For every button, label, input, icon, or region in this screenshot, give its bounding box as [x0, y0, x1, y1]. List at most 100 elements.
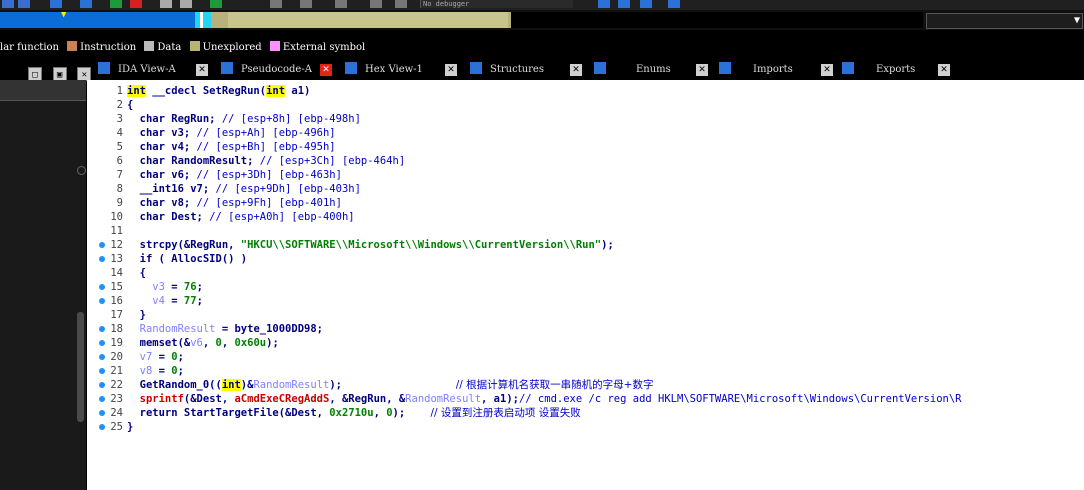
- code-line[interactable]: 7 char v6; // [esp+3Dh] [ebp-463h]: [87, 168, 342, 182]
- breakpoint-dot-icon[interactable]: [99, 354, 105, 360]
- tab-structures[interactable]: Structures ✕: [470, 62, 588, 78]
- tab-hex-view[interactable]: Hex View-1 ✕: [345, 62, 463, 78]
- tab-label: Enums: [636, 64, 671, 75]
- code-line[interactable]: 9 char v8; // [esp+9Fh] [ebp-401h]: [87, 196, 342, 210]
- code-line[interactable]: 13 if ( AllocSID() ): [87, 252, 247, 266]
- navigation-band[interactable]: ▼ ▼: [0, 10, 1084, 30]
- code-token: ;: [177, 351, 184, 363]
- toolbar-icon[interactable]: [640, 0, 652, 8]
- pseudocode-view[interactable]: 1 int __cdecl SetRegRun(int a1) 2{3 char R…: [87, 80, 1084, 490]
- code-line[interactable]: 5 char v4; // [esp+Bh] [ebp-495h]: [87, 140, 336, 154]
- code-line[interactable]: 4 char v3; // [esp+Ah] [ebp-496h]: [87, 126, 336, 140]
- code-token: {: [127, 99, 134, 111]
- breakpoint-dot-icon[interactable]: [99, 298, 105, 304]
- line-number: 1: [116, 85, 123, 97]
- breakpoint-dot-icon[interactable]: [99, 284, 105, 290]
- breakpoint-dot-icon[interactable]: [99, 326, 105, 332]
- code-line[interactable]: 14 {: [87, 266, 146, 280]
- code-line[interactable]: 18 RandomResult = byte_1000DD98;: [87, 322, 323, 336]
- code-line[interactable]: 24 return StartTargetFile(&Dest, 0x2710u…: [87, 406, 581, 420]
- tab-imports[interactable]: Imports ✕: [719, 62, 843, 78]
- float-icon[interactable]: ▣: [52, 67, 67, 81]
- code-token: ;: [196, 281, 203, 293]
- code-line[interactable]: 21 v8 = 0;: [87, 364, 184, 378]
- tab-ida-view[interactable]: IDA View-A ✕: [98, 62, 216, 78]
- functions-panel-header[interactable]: [0, 80, 86, 101]
- code-line[interactable]: 22 GetRandom_0((int)&RandomResult); // 根…: [87, 378, 653, 392]
- segment-select[interactable]: ▼: [926, 13, 1083, 29]
- tab-close-icon[interactable]: ✕: [196, 64, 208, 76]
- breakpoint-dot-icon[interactable]: [99, 340, 105, 346]
- tab-exports[interactable]: Exports ✕: [842, 62, 966, 78]
- breakpoint-dot-icon[interactable]: [99, 256, 105, 262]
- code-line[interactable]: 6 char RandomResult; // [esp+3Ch] [ebp-4…: [87, 154, 406, 168]
- breakpoint-dot-icon[interactable]: [99, 424, 105, 430]
- breakpoint-dot-icon[interactable]: [99, 242, 105, 248]
- code-line[interactable]: 2{: [87, 98, 134, 112]
- code-line[interactable]: 12 strcpy(&RegRun, "HKCU\\SOFTWARE\\Micr…: [87, 238, 614, 252]
- tab-close-icon[interactable]: ✕: [320, 64, 332, 76]
- code-line[interactable]: 17 }: [87, 308, 146, 322]
- code-line[interactable]: 19 memset(&v6, 0, 0x60u);: [87, 336, 279, 350]
- code-token: "HKCU\\SOFTWARE\\Microsoft\\Windows\\Cur…: [240, 239, 602, 251]
- tab-close-icon[interactable]: ✕: [445, 64, 457, 76]
- code-token: char v6;: [127, 169, 197, 181]
- toolbar-icon[interactable]: [598, 0, 610, 8]
- code-line[interactable]: 3 char RegRun; // [esp+8h] [ebp-498h]: [87, 112, 361, 126]
- toolbar-icon[interactable]: [2, 0, 14, 8]
- ida-view-icon: [98, 62, 110, 74]
- toolbar-icon[interactable]: [180, 0, 192, 8]
- code-line[interactable]: 15 v3 = 76;: [87, 280, 203, 294]
- debugger-select[interactable]: No debugger: [420, 0, 573, 8]
- tab-close-icon[interactable]: ✕: [938, 64, 950, 76]
- tab-enums[interactable]: Enums ✕: [594, 62, 718, 78]
- code-text: char RandomResult; // [esp+3Ch] [ebp-464…: [127, 154, 406, 168]
- breakpoint-dot-icon[interactable]: [99, 368, 105, 374]
- toolbar-icon[interactable]: [395, 0, 407, 8]
- toolbar-icon[interactable]: [80, 0, 92, 8]
- tab-close-icon[interactable]: ✕: [821, 64, 833, 76]
- code-token: RandomResult: [127, 323, 216, 335]
- code-token: 0x60u: [234, 337, 267, 349]
- toolbar-icon[interactable]: [270, 0, 282, 8]
- exports-icon: [842, 62, 854, 74]
- breakpoint-dot-icon[interactable]: [99, 410, 105, 416]
- code-token: sprintf: [127, 393, 184, 405]
- toolbar-icon[interactable]: [370, 0, 382, 8]
- code-line[interactable]: 16 v4 = 77;: [87, 294, 203, 308]
- toolbar-icon[interactable]: [210, 0, 222, 8]
- close-icon[interactable]: ✕: [77, 67, 92, 81]
- breakpoint-dot-icon[interactable]: [99, 396, 105, 402]
- color-legend: lar function Instruction Data Unexplored…: [0, 40, 1084, 56]
- toolbar-icon[interactable]: [50, 0, 62, 8]
- toolbar: No debugger: [0, 0, 1084, 10]
- code-text: }: [127, 420, 133, 434]
- code-token: __cdecl SetRegRun(: [145, 85, 267, 97]
- code-line[interactable]: 20 v7 = 0;: [87, 350, 184, 364]
- toolbar-icon[interactable]: [130, 0, 142, 8]
- code-text: strcpy(&RegRun, "HKCU\\SOFTWARE\\Microso…: [127, 238, 614, 252]
- toolbar-icon[interactable]: [160, 0, 172, 8]
- functions-panel-scrollbar[interactable]: [77, 312, 84, 422]
- line-number: 6: [116, 155, 123, 167]
- tab-close-icon[interactable]: ✕: [696, 64, 708, 76]
- toolbar-icon[interactable]: [18, 0, 30, 8]
- code-token: __int16 v7;: [127, 183, 216, 195]
- code-line[interactable]: 25}: [87, 420, 133, 434]
- toolbar-icon[interactable]: [618, 0, 630, 8]
- code-line[interactable]: 11: [87, 224, 127, 238]
- code-line[interactable]: 1 int __cdecl SetRegRun(int a1): [87, 84, 310, 98]
- code-line[interactable]: 10 char Dest; // [esp+A0h] [ebp-400h]: [87, 210, 354, 224]
- toolbar-icon[interactable]: [110, 0, 122, 8]
- restore-icon[interactable]: □: [28, 67, 42, 81]
- code-line[interactable]: 23 sprintf(&Dest, aCmdExeCRegAddS, &RegR…: [87, 392, 961, 406]
- legend-swatch: [144, 41, 155, 51]
- breakpoint-dot-icon[interactable]: [99, 382, 105, 388]
- tab-close-icon[interactable]: ✕: [570, 64, 582, 76]
- code-line[interactable]: 8 __int16 v7; // [esp+9Dh] [ebp-403h]: [87, 182, 361, 196]
- toolbar-icon[interactable]: [300, 0, 312, 8]
- toolbar-icon[interactable]: [335, 0, 347, 8]
- toolbar-icon[interactable]: [668, 0, 680, 8]
- tab-pseudocode[interactable]: Pseudocode-A ✕: [221, 62, 339, 78]
- legend-item: Data: [142, 40, 181, 56]
